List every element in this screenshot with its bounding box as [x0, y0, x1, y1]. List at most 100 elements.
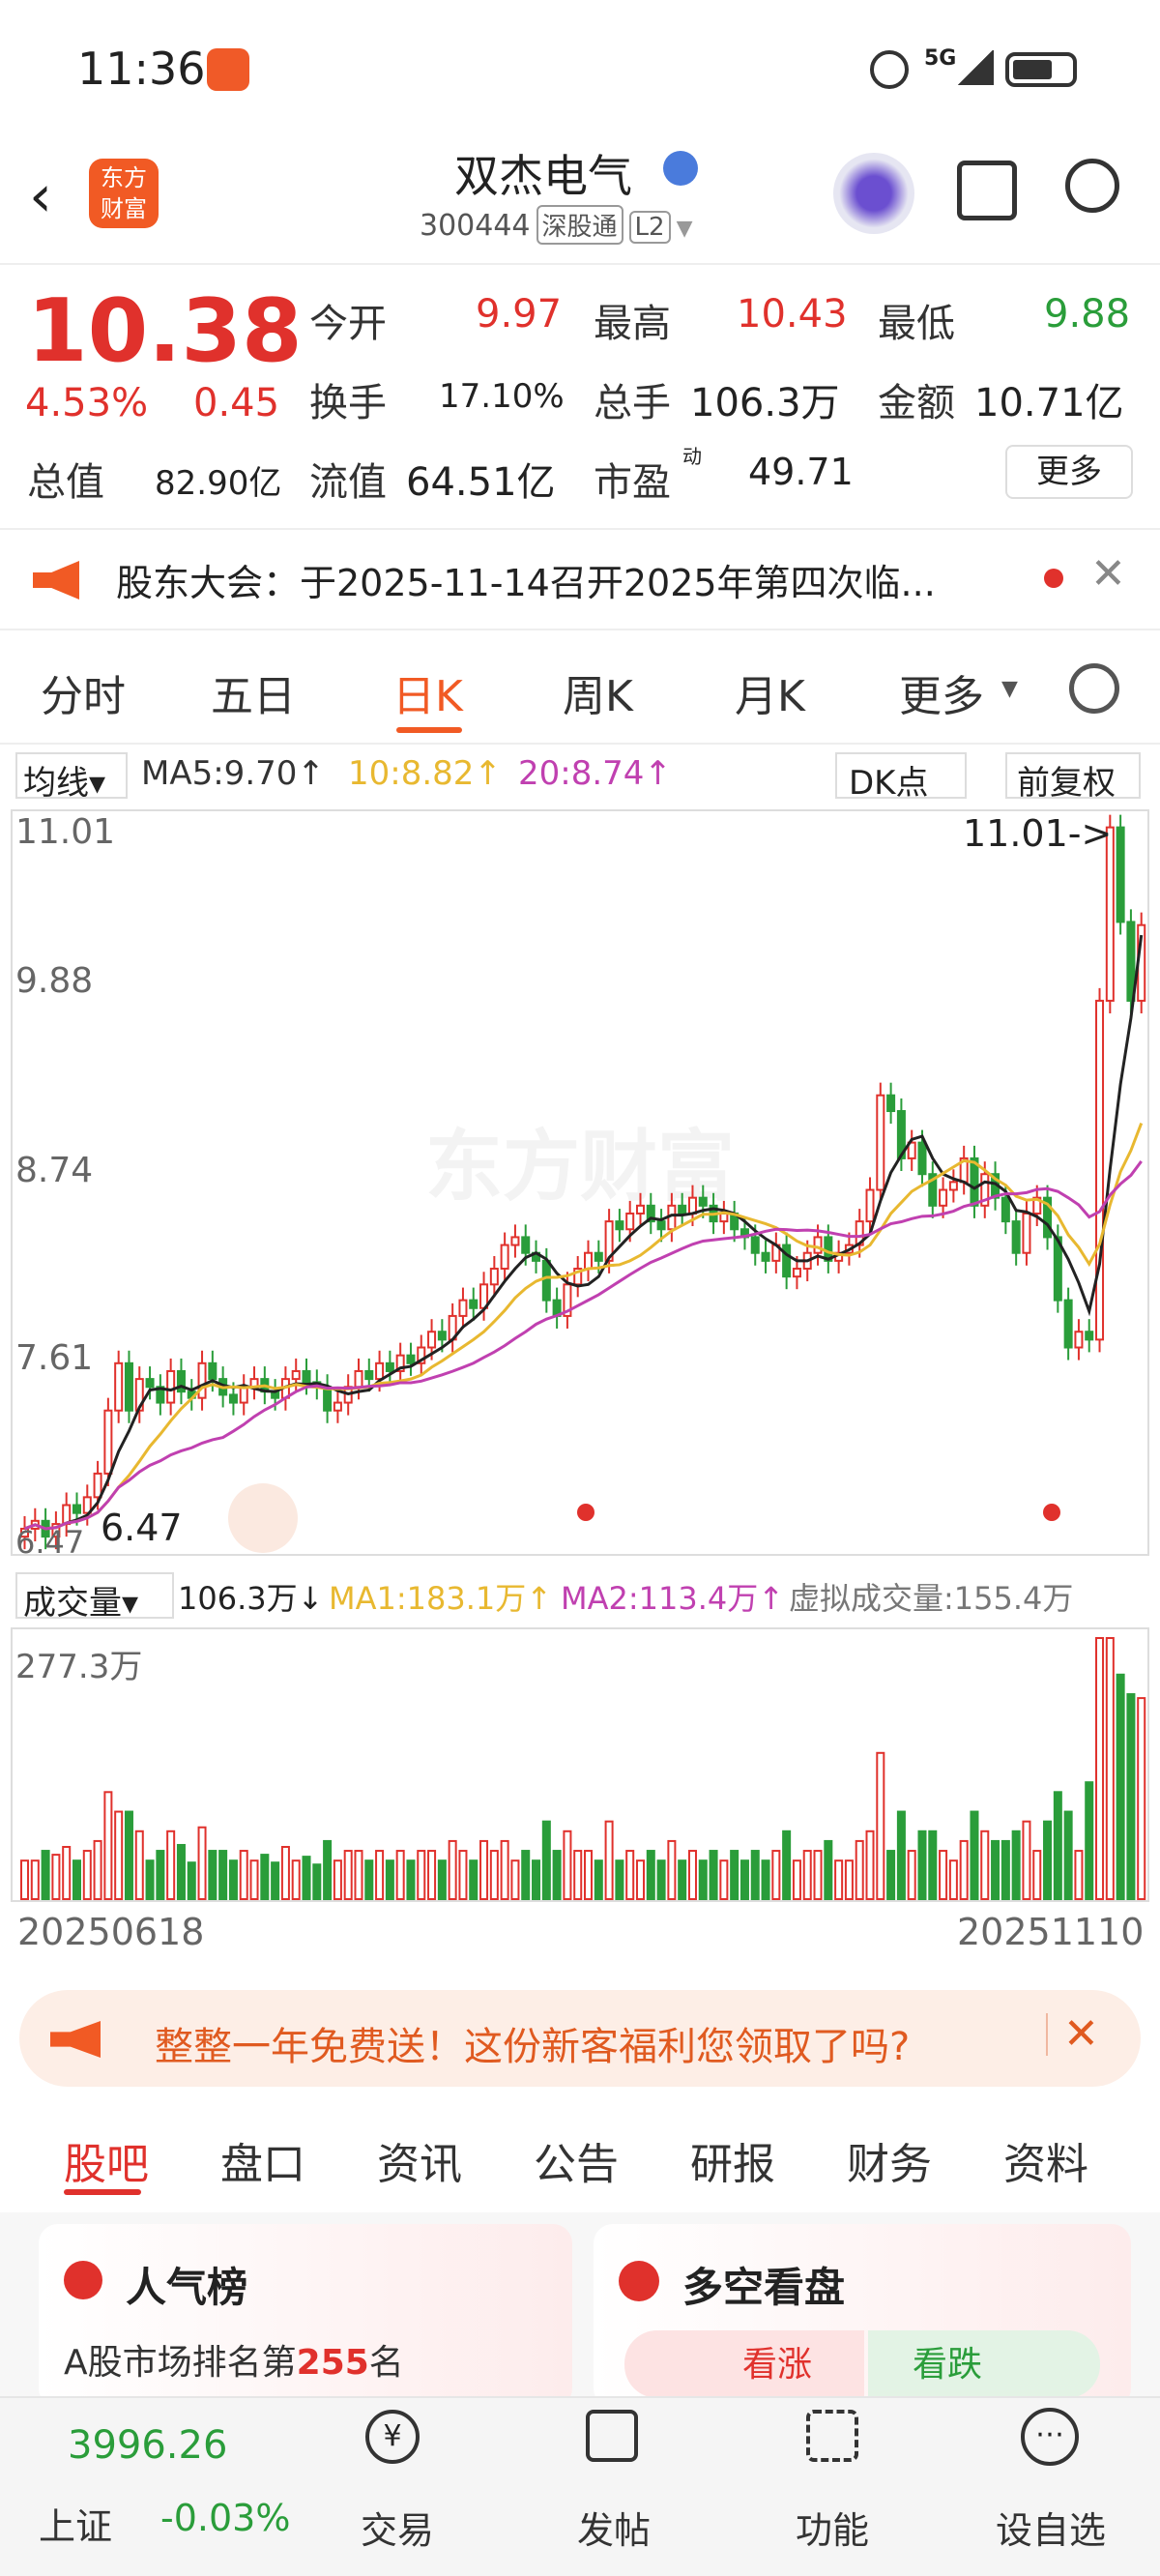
candle	[323, 1386, 333, 1412]
promo-text: 整整一年免费送！这份新客福利您领取了吗?	[155, 2025, 911, 2069]
volume-selector[interactable]: 成交量▾	[15, 1572, 174, 1623]
candle	[917, 1141, 927, 1176]
more-dots-icon: ⋯	[1021, 2408, 1079, 2466]
candle	[1011, 1220, 1021, 1254]
volume-bar	[82, 1850, 92, 1901]
tab-indicator	[396, 727, 462, 733]
event-dot	[577, 1504, 594, 1521]
candle	[458, 1299, 468, 1317]
low-value: 9.88	[1044, 292, 1131, 337]
candle	[678, 1204, 687, 1215]
volume-bar	[312, 1863, 322, 1901]
gear-icon[interactable]	[1069, 663, 1119, 714]
nav-watchlist[interactable]: 设自选	[978, 2501, 1123, 2554]
volume-bar	[93, 1839, 102, 1901]
volume-bar	[824, 1839, 833, 1901]
candle	[166, 1369, 176, 1404]
high-marker: 11.01->	[963, 812, 1113, 855]
signal-icon	[957, 50, 994, 85]
tab-weekly-k[interactable]: 周K	[563, 661, 633, 723]
volume-bar	[1000, 1839, 1010, 1901]
candle	[1063, 1299, 1073, 1349]
volume-bar	[625, 1850, 635, 1901]
more-button[interactable]: 更多	[1005, 445, 1133, 499]
tab-news[interactable]: 资讯	[377, 2129, 462, 2191]
volume-bar	[939, 1850, 948, 1901]
tab-announce[interactable]: 公告	[534, 2129, 619, 2191]
alarm-icon	[870, 50, 909, 89]
index-value[interactable]: 3996.26	[68, 2423, 227, 2468]
ma5: MA5:9.70↑	[141, 754, 325, 793]
amount-value: 10.71亿	[974, 381, 1124, 425]
expand-icon[interactable]	[228, 1483, 298, 1553]
volume-bar	[573, 1850, 583, 1901]
candle	[594, 1251, 603, 1262]
adjust-button[interactable]: 前复权	[1005, 752, 1141, 803]
share-icon[interactable]	[957, 161, 1017, 220]
post-icon	[586, 2410, 638, 2462]
y-tick-5: 6.47	[15, 1524, 85, 1561]
vs-icon	[619, 2261, 659, 2301]
volume-chart[interactable]	[0, 1625, 1160, 1905]
close-notice-icon[interactable]: ✕	[1090, 549, 1126, 599]
index-change: -0.03%	[160, 2497, 291, 2539]
app-logo: 东方 财富	[89, 159, 159, 228]
volume-bar	[1137, 1697, 1146, 1900]
volume-bar	[1126, 1693, 1136, 1900]
volume-bar	[323, 1839, 333, 1901]
candle	[427, 1331, 437, 1349]
volume-bar	[844, 1859, 854, 1901]
candle	[103, 1409, 113, 1475]
volume-bar	[541, 1820, 551, 1900]
stock-code: 300444	[420, 209, 531, 243]
volume-ma2: MA2:113.4万↑	[561, 1580, 785, 1617]
bear-button[interactable]	[868, 2330, 1100, 2398]
volume-ma1: MA1:183.1万↑	[329, 1580, 553, 1617]
change-amt: 0.45	[193, 381, 280, 425]
volume-bar	[802, 1850, 812, 1901]
tab-daily-k[interactable]: 日K	[392, 661, 463, 723]
candle	[354, 1369, 363, 1389]
volume-bar	[354, 1850, 363, 1901]
volume-bar	[1074, 1850, 1084, 1901]
tab-guba[interactable]: 股吧	[64, 2129, 149, 2191]
candle	[761, 1251, 770, 1262]
nav-function[interactable]: 功能	[760, 2501, 905, 2554]
tab-pankou[interactable]: 盘口	[220, 2129, 305, 2191]
volume-bar	[782, 1830, 792, 1900]
close-promo-icon[interactable]: ✕	[1063, 2009, 1099, 2059]
tab-finance[interactable]: 财务	[847, 2129, 932, 2191]
unread-dot	[1044, 569, 1063, 588]
dk-button[interactable]: DK点	[835, 752, 967, 803]
volume-bar	[813, 1850, 823, 1901]
volume-bar	[740, 1859, 749, 1901]
assistant-avatar[interactable]	[833, 153, 914, 234]
tab-five-day[interactable]: 五日	[211, 661, 296, 723]
k-chart[interactable]: 东方财富	[0, 806, 1160, 1561]
nav-post[interactable]: 发帖	[541, 2501, 686, 2554]
volume-bar	[510, 1859, 520, 1901]
nav-trade[interactable]: 交易	[325, 2501, 470, 2554]
tab-monthly-k[interactable]: 月K	[735, 661, 805, 723]
high-label: 最高	[594, 302, 671, 346]
tab-more[interactable]: 更多	[899, 661, 984, 723]
volume-bar	[114, 1810, 124, 1900]
volume-bar	[594, 1859, 603, 1901]
volume-bar	[678, 1859, 687, 1901]
volume-bar	[134, 1830, 144, 1900]
candle	[939, 1188, 948, 1207]
virtual-volume: 虚拟成交量:155.4万	[789, 1580, 1074, 1617]
search-icon[interactable]	[1065, 159, 1119, 213]
notice-text: 股东大会：于2025-11-14召开2025年第四次临...	[116, 562, 936, 604]
tab-intraday[interactable]: 分时	[41, 661, 126, 723]
rank-num: 255	[296, 2343, 369, 2383]
tab-profile[interactable]: 资料	[1003, 2129, 1088, 2191]
ma-selector[interactable]: 均线▾	[15, 752, 128, 803]
candle	[469, 1299, 478, 1309]
ma-label: 均线	[23, 764, 89, 803]
volume-bar	[792, 1859, 801, 1901]
tab-research[interactable]: 研报	[690, 2129, 775, 2191]
back-icon[interactable]: ‹	[29, 162, 52, 230]
rank-text: A股市场排名第	[64, 2343, 297, 2383]
volume-bar	[948, 1859, 958, 1901]
